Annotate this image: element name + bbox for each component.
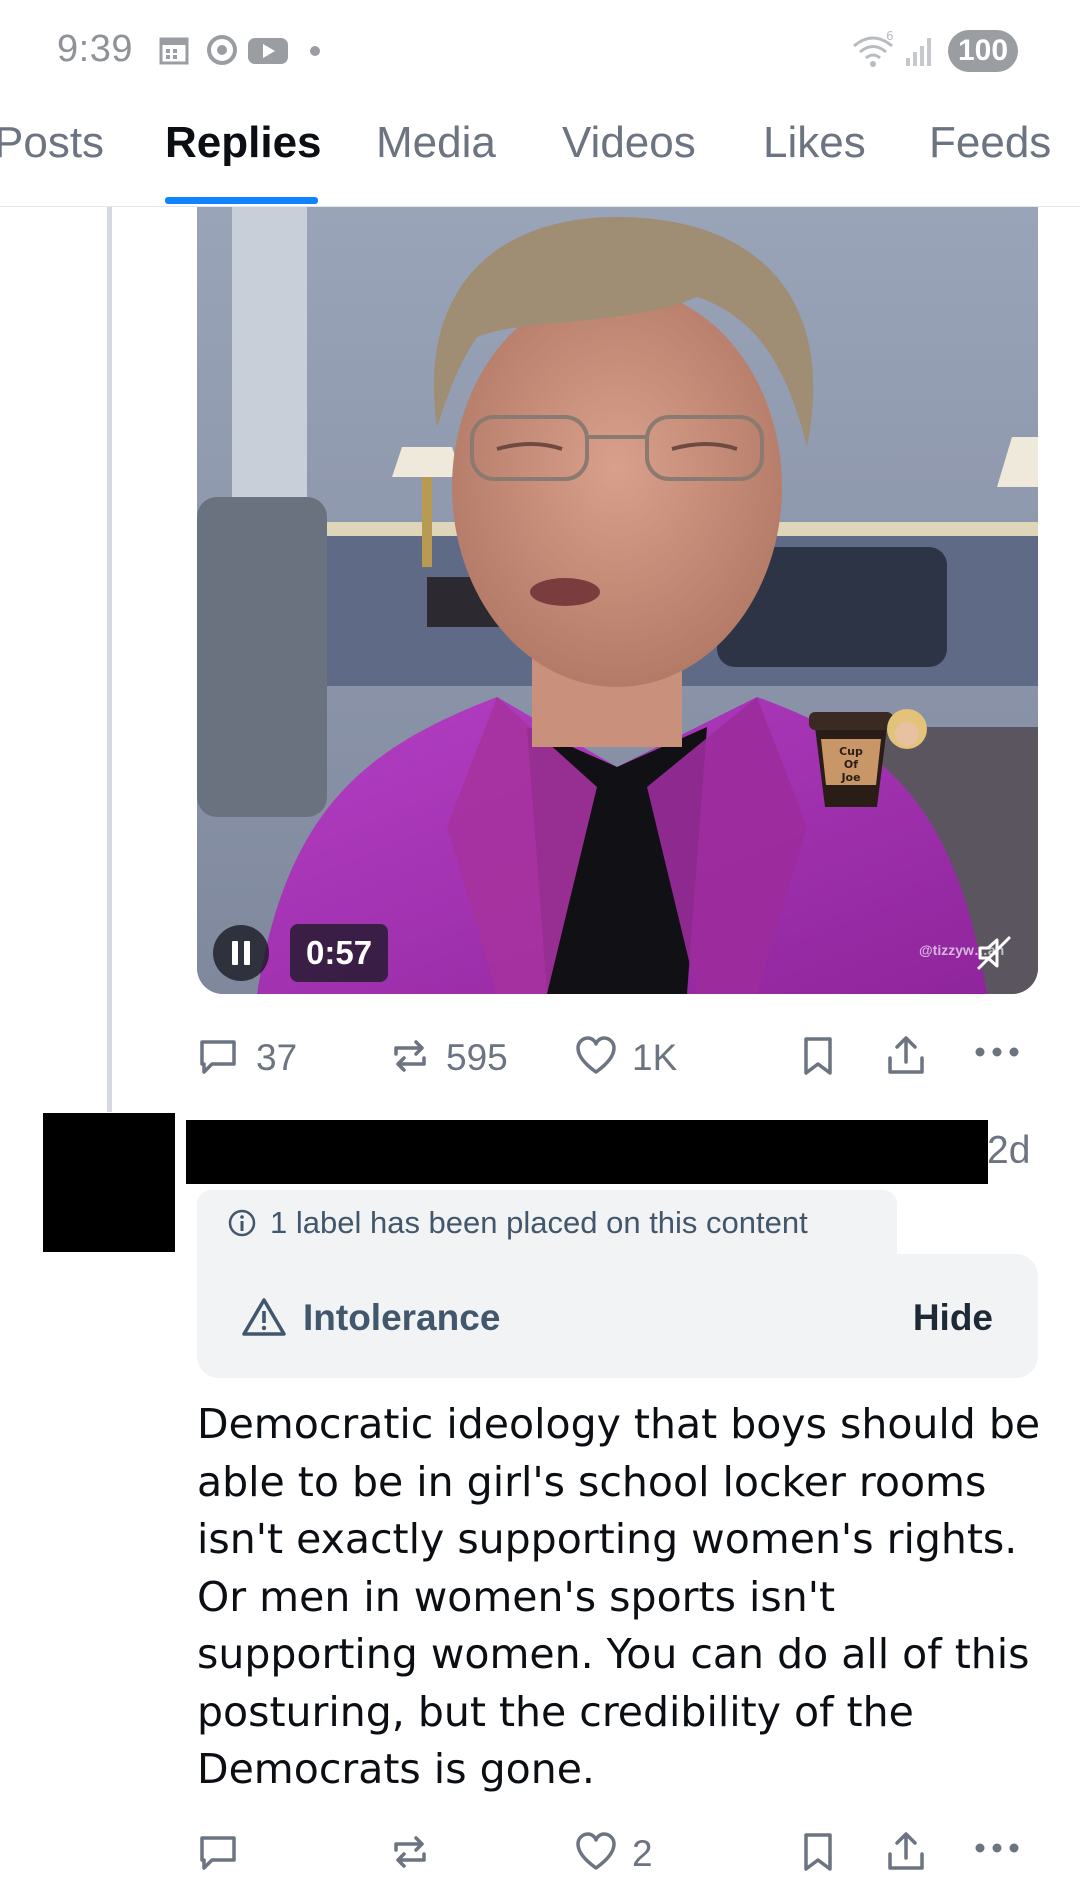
more-options-button[interactable]: [972, 1026, 1022, 1086]
reply-more-options-button[interactable]: [972, 1822, 1022, 1882]
video-time: 0:57: [290, 924, 389, 982]
repost-button[interactable]: 595: [388, 1026, 528, 1086]
reply-like-count: 2: [632, 1833, 653, 1874]
reply-count: 37: [256, 1037, 298, 1078]
thread-line: [107, 207, 112, 1112]
active-tab-indicator: [165, 197, 318, 204]
reply-button[interactable]: 37: [196, 1026, 306, 1086]
tab-posts[interactable]: Posts: [0, 118, 104, 168]
svg-text:Cup: Cup: [839, 745, 863, 758]
reply-share-button[interactable]: [884, 1822, 928, 1882]
repost-icon: [394, 1836, 426, 1868]
status-bar: 9:39 6 100: [0, 0, 1080, 100]
video-frame: Cup Of Joe: [197, 207, 1038, 994]
reply-reply-button[interactable]: [196, 1822, 256, 1882]
reply-action-row: 2: [0, 1822, 1080, 1882]
share-button[interactable]: [884, 1026, 928, 1086]
notification-dot-icon: [310, 46, 320, 56]
like-count: 1K: [632, 1037, 678, 1078]
tab-videos[interactable]: Videos: [562, 118, 696, 168]
author-name-redacted: [186, 1120, 988, 1184]
share-icon: [888, 1832, 924, 1870]
profile-tabs: Posts Replies Media Videos Likes Feeds: [0, 100, 1080, 207]
pause-button[interactable]: [213, 925, 269, 981]
reply-text: Democratic ideology that boys should be …: [197, 1400, 1041, 1793]
like-button[interactable]: 1K: [574, 1026, 694, 1086]
wifi-6-icon: 6: [853, 30, 894, 67]
mute-icon[interactable]: [970, 929, 1018, 977]
label-name: Intolerance: [303, 1297, 501, 1338]
bookmark-icon: [804, 1833, 832, 1871]
bookmark-icon: [804, 1037, 832, 1075]
reply-like-button[interactable]: 2: [574, 1822, 674, 1882]
hide-button[interactable]: Hide: [913, 1297, 993, 1339]
more-icon: [975, 1843, 1019, 1853]
reply-repost-button[interactable]: [388, 1822, 448, 1882]
tab-likes[interactable]: Likes: [763, 118, 866, 168]
post-action-row: 37 595 1K: [0, 1026, 1080, 1086]
video-player[interactable]: Cup Of Joe 0:57 @tizzyw…an: [197, 207, 1038, 994]
heart-icon: [576, 1036, 616, 1074]
info-icon: [228, 1209, 256, 1237]
label-notice[interactable]: 1 label has been placed on this content: [197, 1190, 897, 1254]
heart-icon: [576, 1832, 616, 1870]
svg-text:6: 6: [886, 30, 894, 43]
repost-count: 595: [446, 1037, 508, 1078]
bookmark-button[interactable]: [796, 1026, 840, 1086]
youtube-icon: [248, 38, 288, 64]
battery-indicator: 100: [948, 30, 1018, 72]
repost-icon: [394, 1040, 426, 1072]
signal-icon: [906, 38, 931, 66]
reply-icon: [200, 1836, 236, 1870]
tab-feeds[interactable]: Feeds: [929, 118, 1051, 168]
chrome-icon: [207, 35, 237, 65]
content-warning-card: Intolerance Hide: [197, 1254, 1038, 1378]
svg-text:Joe: Joe: [840, 771, 860, 784]
svg-text:Of: Of: [844, 758, 858, 771]
label-notice-text: 1 label has been placed on this content: [270, 1205, 808, 1240]
warning-icon: [242, 1298, 286, 1336]
tab-replies[interactable]: Replies: [165, 118, 322, 168]
more-icon: [975, 1047, 1019, 1057]
reply-timestamp[interactable]: 2d: [987, 1129, 1030, 1173]
avatar[interactable]: [43, 1113, 175, 1252]
reply-icon: [200, 1040, 236, 1074]
share-icon: [888, 1036, 924, 1074]
reply-bookmark-button[interactable]: [796, 1822, 840, 1882]
status-time: 9:39: [57, 28, 133, 70]
tab-media[interactable]: Media: [376, 118, 496, 168]
calendar-icon: [159, 37, 189, 65]
